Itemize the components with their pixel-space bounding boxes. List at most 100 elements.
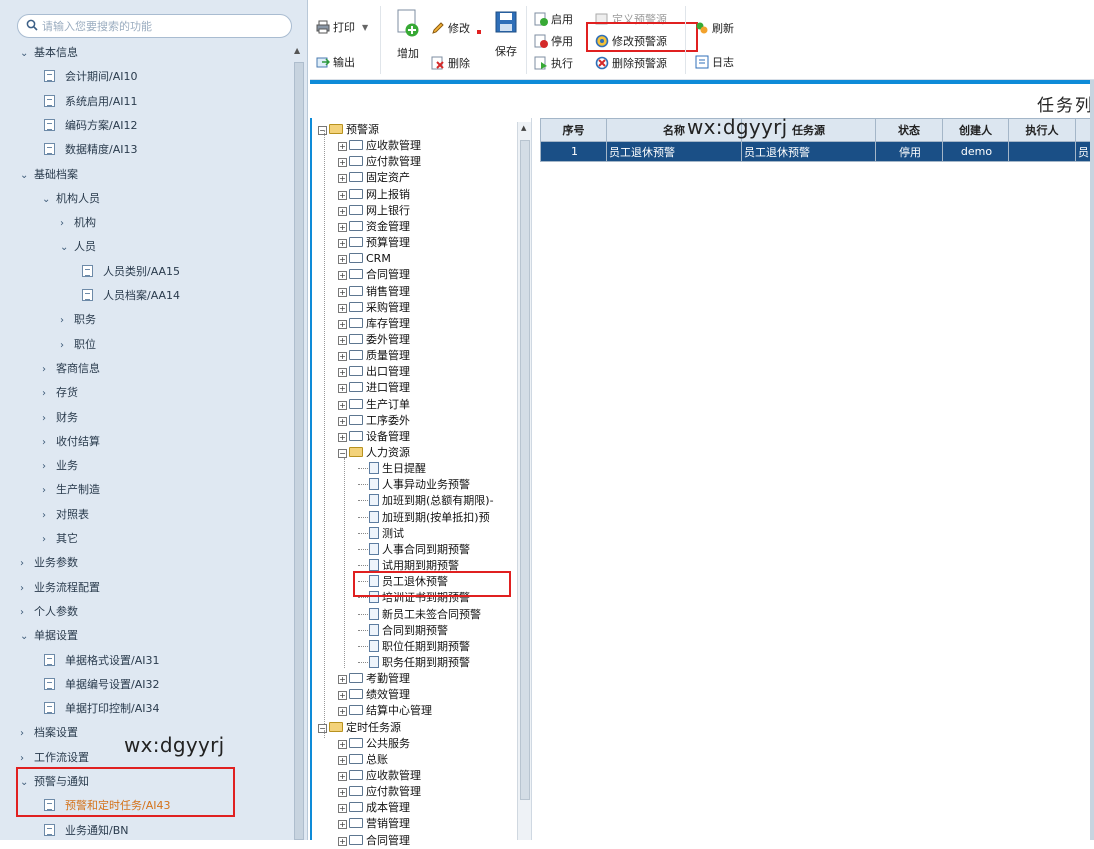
nav-item[interactable]: ›存货 <box>42 383 78 403</box>
tree-folder-item[interactable]: +网上银行 <box>338 203 410 219</box>
tree-leaf-item[interactable]: 生日提醒 <box>358 461 426 477</box>
tree-folder-item[interactable]: +考勤管理 <box>338 671 410 687</box>
chevron-right-icon[interactable]: › <box>42 409 56 429</box>
chevron-down-icon[interactable]: ⌄ <box>60 238 74 258</box>
nav-item[interactable]: ›业务流程配置 <box>20 578 100 598</box>
tree-folder-item[interactable]: −人力资源 <box>338 445 410 461</box>
expand-icon[interactable]: + <box>338 675 347 684</box>
chevron-right-icon[interactable]: › <box>42 530 56 550</box>
tree-folder-item[interactable]: +合同管理 <box>338 833 410 849</box>
tree-folder-item[interactable]: +质量管理 <box>338 348 410 364</box>
tree-leaf-item[interactable]: 职位任期到期预警 <box>358 639 470 655</box>
tree-folder-item[interactable]: +出口管理 <box>338 364 410 380</box>
tree-scroll-up-icon[interactable]: ▲ <box>521 124 526 132</box>
chevron-right-icon[interactable]: › <box>60 336 74 356</box>
nav-item[interactable]: 会计期间/AI10 <box>44 67 137 87</box>
chevron-down-icon[interactable]: ⌄ <box>20 627 34 647</box>
disable-button[interactable]: 停用 <box>534 33 573 49</box>
nav-item[interactable]: 数据精度/AI13 <box>44 140 137 160</box>
expand-icon[interactable]: + <box>338 158 347 167</box>
nav-item[interactable]: 单据打印控制/AI34 <box>44 699 159 719</box>
tree-folder-item[interactable]: +公共服务 <box>338 736 410 752</box>
tree-folder-item[interactable]: +应付款管理 <box>338 784 421 800</box>
nav-item[interactable]: ›生产制造 <box>42 480 100 500</box>
nav-item[interactable]: ⌄机构人员 <box>42 189 100 209</box>
grid-column-header[interactable]: 创建人 <box>943 119 1009 142</box>
tree-folder-item[interactable]: +结算中心管理 <box>338 703 432 719</box>
nav-item[interactable]: 单据编号设置/AI32 <box>44 675 159 695</box>
collapse-icon[interactable]: − <box>338 449 347 458</box>
tree-folder-item[interactable]: +应收款管理 <box>338 138 421 154</box>
tree-leaf-item[interactable]: 测试 <box>358 526 404 542</box>
tree-folder-item[interactable]: +委外管理 <box>338 332 410 348</box>
chevron-right-icon[interactable]: › <box>42 457 56 477</box>
expand-icon[interactable]: + <box>338 255 347 264</box>
expand-icon[interactable]: + <box>338 756 347 765</box>
chevron-right-icon[interactable]: › <box>20 724 34 744</box>
chevron-down-icon[interactable]: ⌄ <box>42 190 56 210</box>
chevron-right-icon[interactable]: › <box>42 506 56 526</box>
nav-scroll-thumb[interactable] <box>294 62 304 840</box>
expand-icon[interactable]: + <box>338 384 347 393</box>
tree-folder-item[interactable]: +营销管理 <box>338 816 410 832</box>
expand-icon[interactable]: + <box>338 336 347 345</box>
function-search-box[interactable] <box>17 14 292 38</box>
tree-leaf-item[interactable]: 职务任期到期预警 <box>358 655 470 671</box>
expand-icon[interactable]: + <box>338 401 347 410</box>
tree-leaf-item[interactable]: 加班到期(总额有期限)- <box>358 493 494 509</box>
expand-icon[interactable]: + <box>338 223 347 232</box>
nav-item[interactable]: 人员档案/AA14 <box>82 286 180 306</box>
expand-icon[interactable]: + <box>338 368 347 377</box>
table-row[interactable]: 1员工退休预警员工退休预警停用demo员 <box>541 142 1094 162</box>
expand-icon[interactable]: + <box>338 691 347 700</box>
search-input[interactable] <box>42 18 282 34</box>
log-button[interactable]: 日志 <box>695 54 734 70</box>
output-button[interactable]: 输出 <box>316 54 355 70</box>
chevron-down-icon[interactable]: ⌄ <box>20 166 34 186</box>
expand-icon[interactable]: + <box>338 191 347 200</box>
expand-icon[interactable]: + <box>338 837 347 846</box>
expand-icon[interactable]: + <box>338 288 347 297</box>
tree-folder-item[interactable]: +预算管理 <box>338 235 410 251</box>
tree-folder-item[interactable]: +网上报销 <box>338 187 410 203</box>
tree-folder-item[interactable]: +采购管理 <box>338 300 410 316</box>
nav-item[interactable]: ›客商信息 <box>42 359 100 379</box>
nav-item[interactable]: 单据格式设置/AI31 <box>44 651 159 671</box>
chevron-right-icon[interactable]: › <box>60 214 74 234</box>
tree-leaf-item[interactable]: 人事异动业务预警 <box>358 477 470 493</box>
expand-icon[interactable]: + <box>338 271 347 280</box>
expand-icon[interactable]: + <box>338 433 347 442</box>
grid-column-header[interactable]: 序号 <box>541 119 607 142</box>
nav-item[interactable]: ⌄基础档案 <box>20 165 78 185</box>
expand-icon[interactable]: + <box>338 740 347 749</box>
execute-button[interactable]: 执行 <box>534 55 573 71</box>
nav-item[interactable]: ›收付结算 <box>42 432 100 452</box>
nav-item[interactable]: 人员类别/AA15 <box>82 262 180 282</box>
nav-item[interactable]: 系统启用/AI11 <box>44 92 137 112</box>
expand-icon[interactable]: + <box>338 142 347 151</box>
chevron-right-icon[interactable]: › <box>20 554 34 574</box>
tree-folder-item[interactable]: +工序委外 <box>338 413 410 429</box>
save-button[interactable]: 保存 <box>492 10 520 59</box>
nav-item[interactable]: ⌄单据设置 <box>20 626 78 646</box>
chevron-right-icon[interactable]: › <box>42 360 56 380</box>
nav-item[interactable]: ›个人参数 <box>20 602 78 622</box>
tree-folder-item[interactable]: +应付款管理 <box>338 154 421 170</box>
tree-leaf-item[interactable]: 人事合同到期预警 <box>358 542 470 558</box>
chevron-right-icon[interactable]: › <box>20 749 34 769</box>
nav-item[interactable]: ›职位 <box>60 335 96 355</box>
tree-folder-item[interactable]: +绩效管理 <box>338 687 410 703</box>
enable-button[interactable]: 启用 <box>534 11 573 27</box>
tree-folder-item[interactable]: −预警源 <box>318 122 379 138</box>
nav-item[interactable]: ›对照表 <box>42 505 89 525</box>
chevron-right-icon[interactable]: › <box>42 433 56 453</box>
expand-icon[interactable]: + <box>338 707 347 716</box>
nav-item[interactable]: ›档案设置 <box>20 723 78 743</box>
expand-icon[interactable]: + <box>338 352 347 361</box>
expand-icon[interactable]: + <box>338 320 347 329</box>
refresh-button[interactable]: 刷新 <box>695 20 734 36</box>
tree-folder-item[interactable]: +资金管理 <box>338 219 410 235</box>
tree-folder-item[interactable]: +总账 <box>338 752 388 768</box>
nav-item[interactable]: ›机构 <box>60 213 96 233</box>
nav-item[interactable]: ›财务 <box>42 408 78 428</box>
